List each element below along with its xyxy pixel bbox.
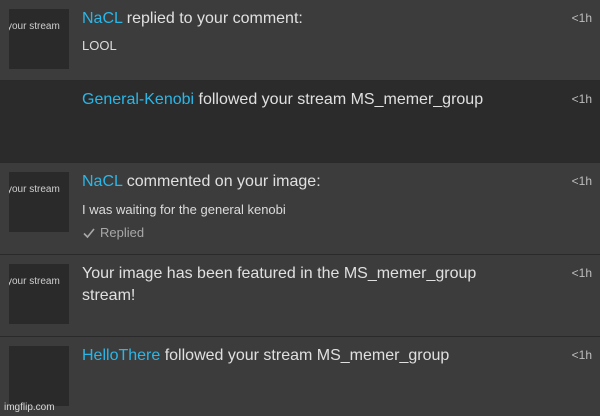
- notification-item[interactable]: your stream NaCL replied to your comment…: [0, 0, 600, 81]
- username-link[interactable]: NaCL: [82, 10, 122, 27]
- notification-text: NaCL replied to your comment:: [82, 10, 303, 28]
- thumbnail-label: your stream: [9, 276, 60, 287]
- notification-item[interactable]: HelloThere followed your stream MS_memer…: [0, 337, 600, 416]
- username-link[interactable]: NaCL: [82, 173, 122, 190]
- notification-action: commented on your image:: [122, 173, 321, 190]
- thumbnail-label: your stream: [9, 184, 60, 195]
- notification-action: followed your stream MS_memer_group: [160, 347, 450, 364]
- feature-text-line1: Your image has been featured in the MS_m…: [82, 265, 477, 282]
- feature-text-line2: stream!: [82, 287, 136, 304]
- username-link[interactable]: General-Kenobi: [82, 91, 194, 108]
- notification-item[interactable]: your stream Your image has been featured…: [0, 255, 600, 337]
- thumbnail-label: your stream: [9, 21, 60, 32]
- notification-feed: your stream NaCL replied to your comment…: [0, 0, 600, 416]
- comment-text: I was waiting for the general kenobi: [82, 202, 286, 217]
- timestamp: <1h: [571, 174, 592, 188]
- watermark: imgflip.com: [4, 402, 55, 413]
- replied-status: Replied: [82, 225, 144, 240]
- timestamp: <1h: [571, 266, 592, 280]
- notification-text: General-Kenobi followed your stream MS_m…: [82, 91, 483, 109]
- timestamp: <1h: [571, 348, 592, 362]
- notification-text: HelloThere followed your stream MS_memer…: [82, 347, 449, 365]
- checkmark-icon: [82, 226, 96, 240]
- notification-action: replied to your comment:: [122, 10, 303, 27]
- replied-label: Replied: [100, 225, 145, 240]
- notification-action: followed your stream MS_memer_group: [194, 91, 484, 108]
- stream-thumbnail[interactable]: your stream: [9, 9, 69, 69]
- notification-text: NaCL commented on your image:: [82, 173, 321, 191]
- timestamp: <1h: [571, 11, 592, 25]
- notification-item[interactable]: your stream NaCL commented on your image…: [0, 163, 600, 255]
- comment-text: LOOL: [82, 38, 117, 53]
- stream-thumbnail[interactable]: your stream: [9, 172, 69, 232]
- timestamp: <1h: [571, 92, 592, 106]
- stream-thumbnail[interactable]: your stream: [9, 264, 69, 324]
- stream-thumbnail[interactable]: [9, 346, 69, 406]
- username-link[interactable]: HelloThere: [82, 347, 160, 364]
- notification-item[interactable]: General-Kenobi followed your stream MS_m…: [0, 81, 600, 163]
